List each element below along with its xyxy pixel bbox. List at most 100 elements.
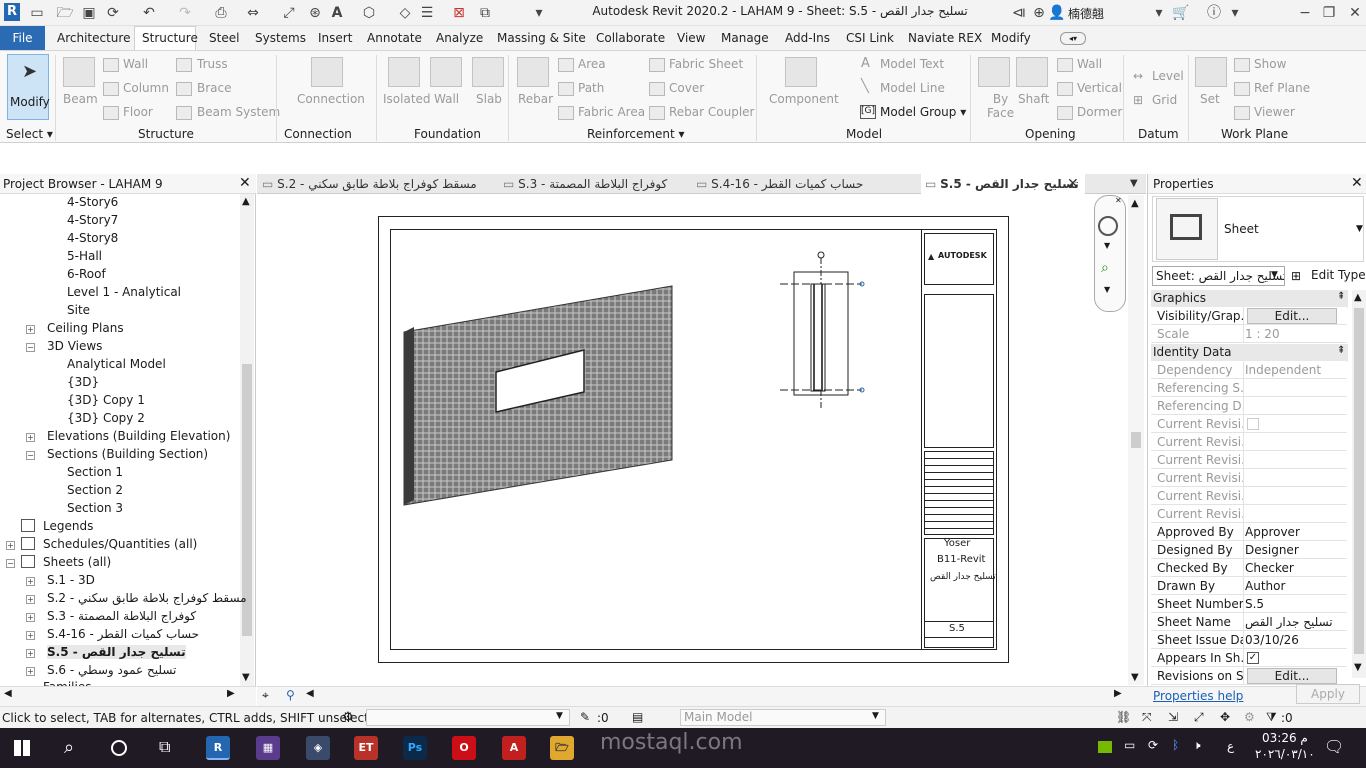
property-value[interactable]: S.5 [1245, 597, 1345, 611]
switch-windows-icon[interactable]: ⧉ [476, 3, 494, 23]
browser-hscroll[interactable] [0, 686, 256, 706]
tab-annotate[interactable]: Annotate [367, 31, 422, 45]
design-dropdown-icon[interactable]: ▼ [872, 711, 879, 721]
wall-foundation-button[interactable]: Wall [434, 92, 459, 106]
expand-icon[interactable]: + [26, 577, 35, 586]
view-tab-s2[interactable]: ▭ S.2 - مسقط كوفراج بلاطة طابق سكني [262, 174, 500, 194]
apply-button[interactable]: Apply [1296, 684, 1360, 704]
property-row[interactable]: Current Revisi... [1151, 487, 1347, 505]
foundation-panel-label[interactable]: Foundation [414, 127, 481, 141]
search-icon[interactable]: ⌕ [64, 737, 74, 758]
file-explorer-taskbar-icon[interactable]: 🗁 [550, 736, 574, 760]
cart-icon[interactable]: 🛒 [1172, 3, 1190, 23]
thin-lines-icon[interactable]: ☰ [418, 3, 436, 23]
connection-button[interactable]: Connection [297, 92, 365, 106]
structure-panel-label[interactable]: Structure [138, 127, 194, 141]
property-checkbox[interactable] [1247, 418, 1259, 430]
binoculars-icon[interactable]: ⊕ [1030, 3, 1048, 23]
vertical-button[interactable]: Vertical [1077, 81, 1122, 95]
expand-icon[interactable]: + [6, 541, 15, 550]
area-button[interactable]: Area [578, 57, 606, 71]
tree-item-section2[interactable]: Section 2 [67, 483, 123, 497]
property-value[interactable]: 1 : 20 [1245, 327, 1345, 341]
column-button[interactable]: Column [123, 81, 169, 95]
app-grid-taskbar-icon[interactable]: ▦ [256, 736, 280, 760]
clock-date[interactable]: ٢٠٢٦/٠٣/١٠ [1255, 747, 1315, 761]
autocad-taskbar-icon[interactable]: A [502, 736, 526, 760]
scroll-down-icon[interactable]: ▼ [1354, 662, 1362, 673]
tree-item-section3[interactable]: Section 3 [67, 501, 123, 515]
tree-item-sheet-s2[interactable]: S.2 - مسقط كوفراج بلاطة طابق سكني [47, 591, 247, 605]
user-dropdown-icon[interactable]: ▾ [1150, 3, 1168, 23]
ribbon-toggle-icon[interactable]: ◂▾ [1060, 32, 1086, 45]
expand-icon[interactable]: + [26, 649, 35, 658]
tab-add-ins[interactable]: Add-Ins [785, 31, 830, 45]
property-value[interactable]: Edit... [1247, 668, 1337, 684]
property-row[interactable]: Drawn By Author [1151, 577, 1347, 595]
sync-tray-icon[interactable]: ⟳ [1148, 738, 1158, 752]
search-expand-icon[interactable]: ⧏ [1010, 3, 1028, 23]
network-tray-icon[interactable]: ▭ [1124, 738, 1135, 752]
connection-panel-label[interactable]: Connection [284, 127, 352, 141]
scroll-down-icon[interactable]: ▼ [242, 672, 250, 683]
wall-opening-button[interactable]: Wall [1077, 57, 1102, 71]
tree-item-story8[interactable]: 4-Story8 [67, 231, 118, 245]
by-face-button[interactable]: By Face [987, 92, 1014, 120]
viewer-button[interactable]: Viewer [1254, 105, 1295, 119]
property-value[interactable]: Author [1245, 579, 1345, 593]
shaft-button[interactable]: Shaft [1018, 92, 1049, 106]
select-dropdown[interactable]: Select ▾ [6, 127, 53, 141]
measure-icon[interactable]: ⇔ [244, 3, 262, 23]
section-icon[interactable]: ◇ [396, 3, 414, 23]
property-row[interactable]: Current Revisi... [1151, 433, 1347, 451]
tree-item-elevations[interactable]: Elevations (Building Elevation) [47, 429, 230, 443]
instance-dropdown-icon[interactable]: ▼ [1271, 270, 1278, 280]
rebar-button[interactable]: Rebar [518, 92, 553, 106]
workset-dropdown-icon[interactable]: ▼ [556, 711, 563, 721]
expand-icon[interactable]: + [26, 325, 35, 334]
property-row[interactable]: Scale 1 : 20 [1151, 325, 1347, 343]
etabs-taskbar-icon[interactable]: ET [354, 736, 378, 760]
help-dropdown-icon[interactable]: ▾ [1226, 3, 1244, 23]
select-by-face-icon[interactable]: ⤢ [1194, 710, 1204, 725]
collapse-icon[interactable]: − [26, 343, 35, 352]
tree-item-hall[interactable]: 5-Hall [67, 249, 102, 263]
property-row[interactable]: Current Revisi... [1151, 415, 1347, 433]
view-tab-s3[interactable]: ▭ S.3 - كوفراج البلاطة المصمتة [503, 174, 693, 194]
tab-systems[interactable]: Systems [255, 31, 306, 45]
save-icon[interactable]: ▣ [80, 3, 98, 23]
filter-icon[interactable]: ⧩ [1266, 710, 1277, 725]
close-icon[interactable]: ✕ [1351, 175, 1363, 191]
steering-wheel-icon[interactable] [1098, 216, 1118, 236]
print-icon[interactable]: ⎙ [212, 3, 230, 23]
folder-open-icon[interactable]: 🗁 [56, 3, 74, 23]
cover-button[interactable]: Cover [669, 81, 704, 95]
close-icon[interactable]: ✕ [239, 175, 251, 191]
property-checkbox[interactable]: ✓ [1247, 652, 1259, 664]
background-process-icon[interactable]: ⚙ [1244, 710, 1255, 724]
scrollbar-thumb[interactable] [1131, 432, 1141, 448]
user-name[interactable]: 楠德翹 [1068, 5, 1104, 22]
qat-dropdown-icon[interactable]: ▾ [530, 3, 548, 23]
shear-wall-3d-view[interactable] [396, 280, 681, 510]
view-tab-s5-active[interactable]: ▭ S.5 - تسليح جدار القص [921, 174, 1085, 194]
model-text-button[interactable]: Model Text [880, 57, 944, 71]
bluetooth-tray-icon[interactable]: ᛒ [1172, 738, 1179, 752]
editable-icon[interactable]: ✎ [580, 710, 590, 724]
property-row[interactable]: ✓ Appears In Sh... [1151, 649, 1347, 667]
task-view-icon[interactable]: ⧉ [159, 737, 170, 757]
instance-selector[interactable]: Sheet: تسليح جدار القص [1152, 266, 1285, 286]
grid-button[interactable]: Grid [1152, 93, 1177, 107]
show-hide-icon[interactable]: ⌖ [262, 688, 269, 703]
edit-type-button[interactable]: Edit Type [1311, 268, 1366, 282]
beam-system-button[interactable]: Beam System [197, 105, 280, 119]
drag-elements-icon[interactable]: ✥ [1220, 710, 1230, 724]
collapse-section-icon[interactable]: ⇞ [1337, 291, 1345, 302]
tab-naviate-rex[interactable]: Naviate REX [908, 31, 982, 45]
property-row[interactable]: Visibility/Grap... Edit... [1151, 307, 1347, 325]
scroll-up-icon[interactable]: ▲ [1131, 198, 1139, 209]
component-button[interactable]: Component [769, 92, 839, 106]
path-button[interactable]: Path [578, 81, 604, 95]
tabs-dropdown-icon[interactable]: ▼ [1130, 174, 1138, 194]
clock-time[interactable]: 03:26 م [1262, 731, 1308, 745]
